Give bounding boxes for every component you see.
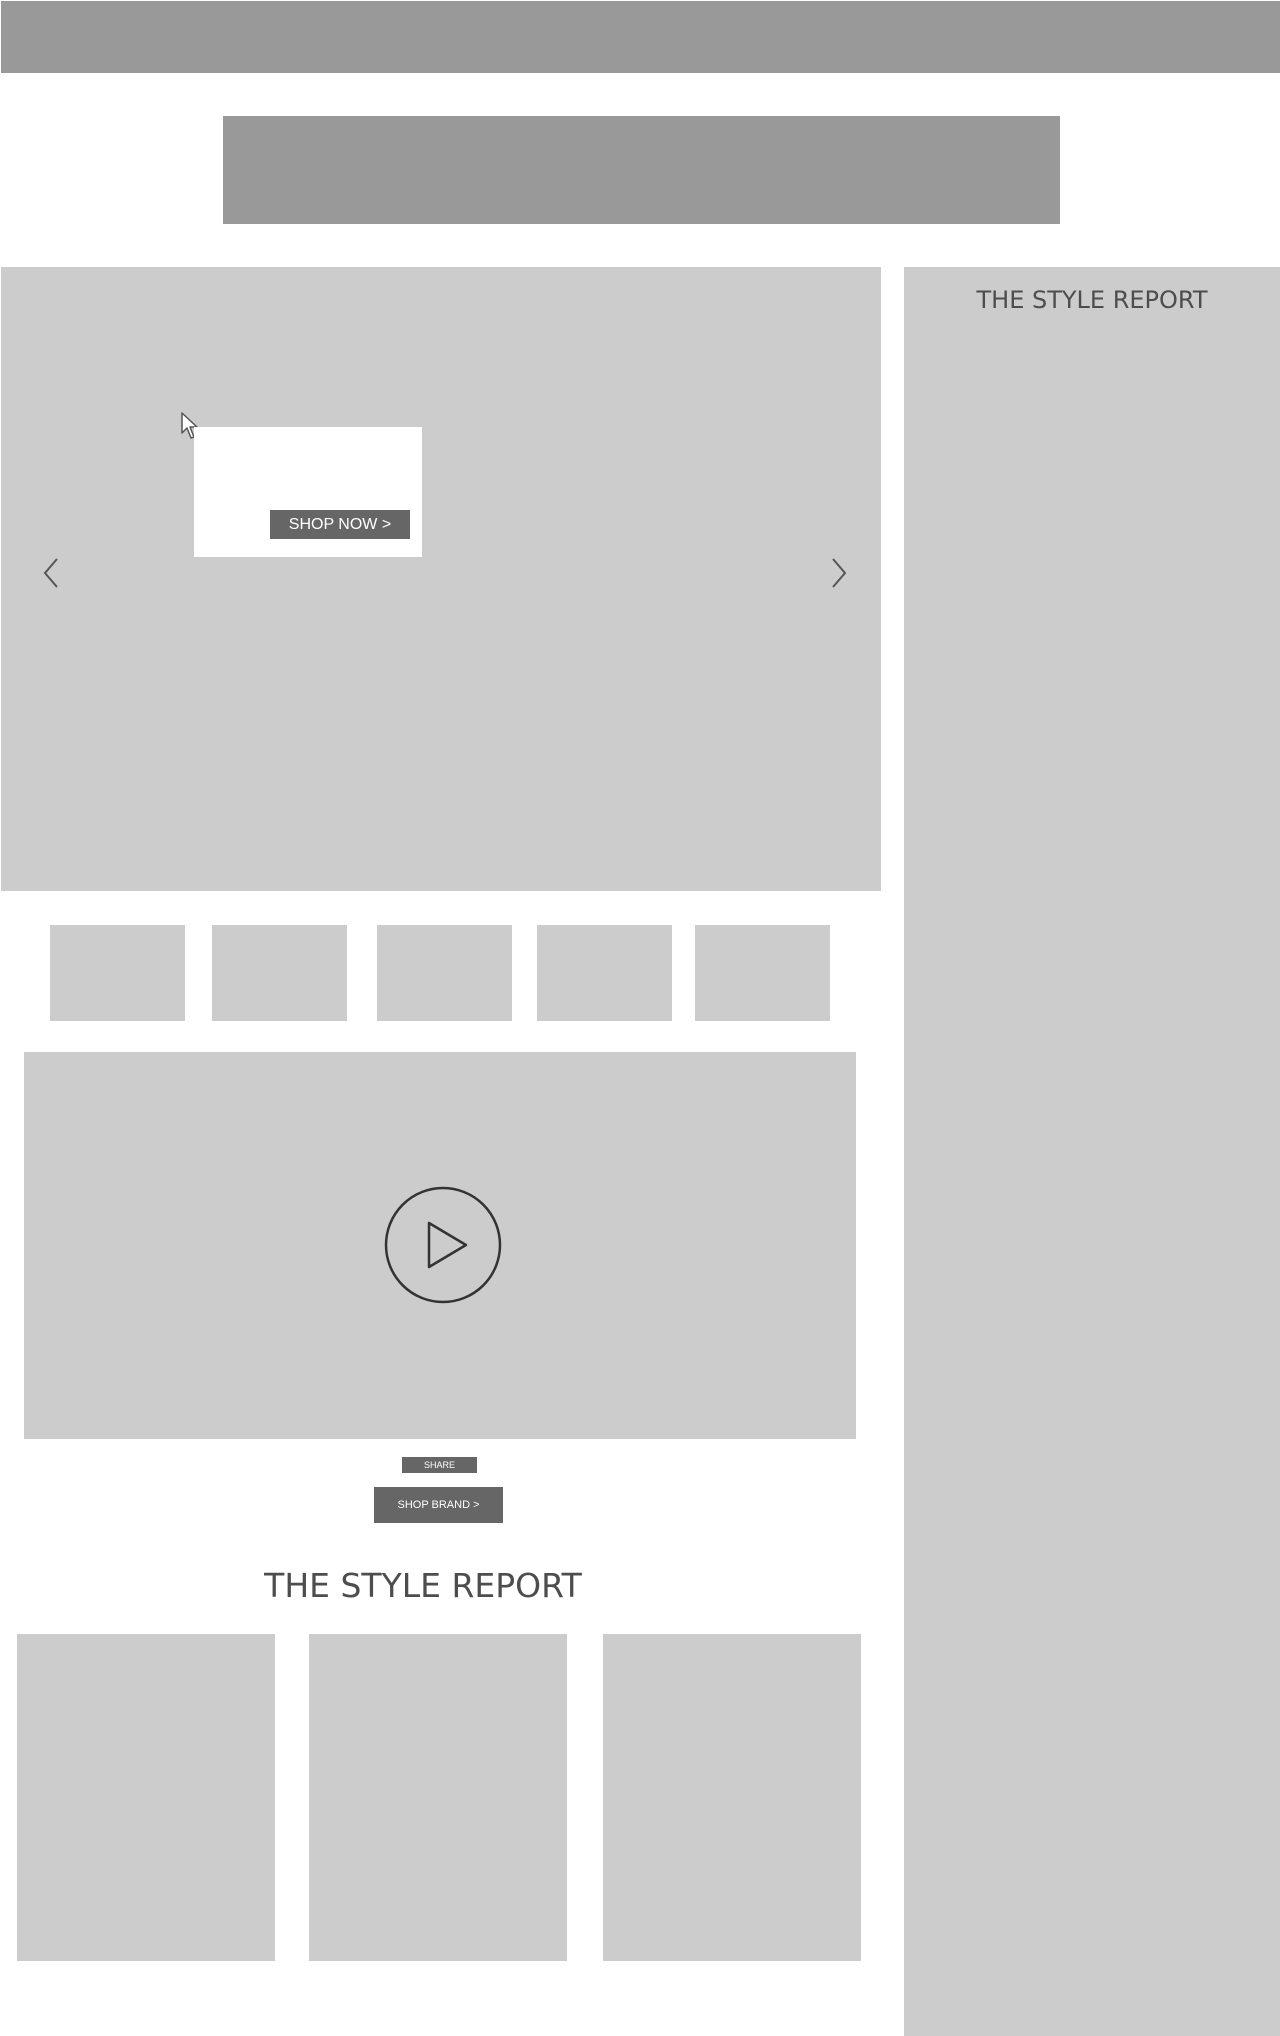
style-report-card[interactable] (603, 1634, 861, 1961)
share-button[interactable]: SHARE (402, 1457, 477, 1473)
style-report-card[interactable] (17, 1634, 275, 1961)
hero-carousel: SHOP NOW > (1, 267, 881, 891)
chevron-right-icon[interactable] (827, 555, 851, 591)
style-report-card[interactable] (309, 1634, 567, 1961)
video-player[interactable] (24, 1052, 856, 1439)
carousel-thumbnail[interactable] (50, 925, 185, 1021)
sidebar: THE STYLE REPORT (904, 267, 1280, 2036)
style-report-heading: THE STYLE REPORT (264, 1566, 582, 1605)
play-icon[interactable] (384, 1186, 502, 1304)
ad-banner[interactable] (223, 116, 1060, 224)
chevron-left-icon[interactable] (39, 555, 63, 591)
shop-now-button[interactable]: SHOP NOW > (270, 510, 410, 539)
promo-box: SHOP NOW > (194, 427, 422, 557)
carousel-thumbnail[interactable] (212, 925, 347, 1021)
sidebar-title: THE STYLE REPORT (976, 286, 1208, 314)
carousel-thumbnail[interactable] (377, 925, 512, 1021)
carousel-thumbnail[interactable] (537, 925, 672, 1021)
shop-brand-button[interactable]: SHOP BRAND > (374, 1487, 503, 1523)
carousel-thumbnail[interactable] (695, 925, 830, 1021)
top-navigation-bar (1, 1, 1280, 73)
